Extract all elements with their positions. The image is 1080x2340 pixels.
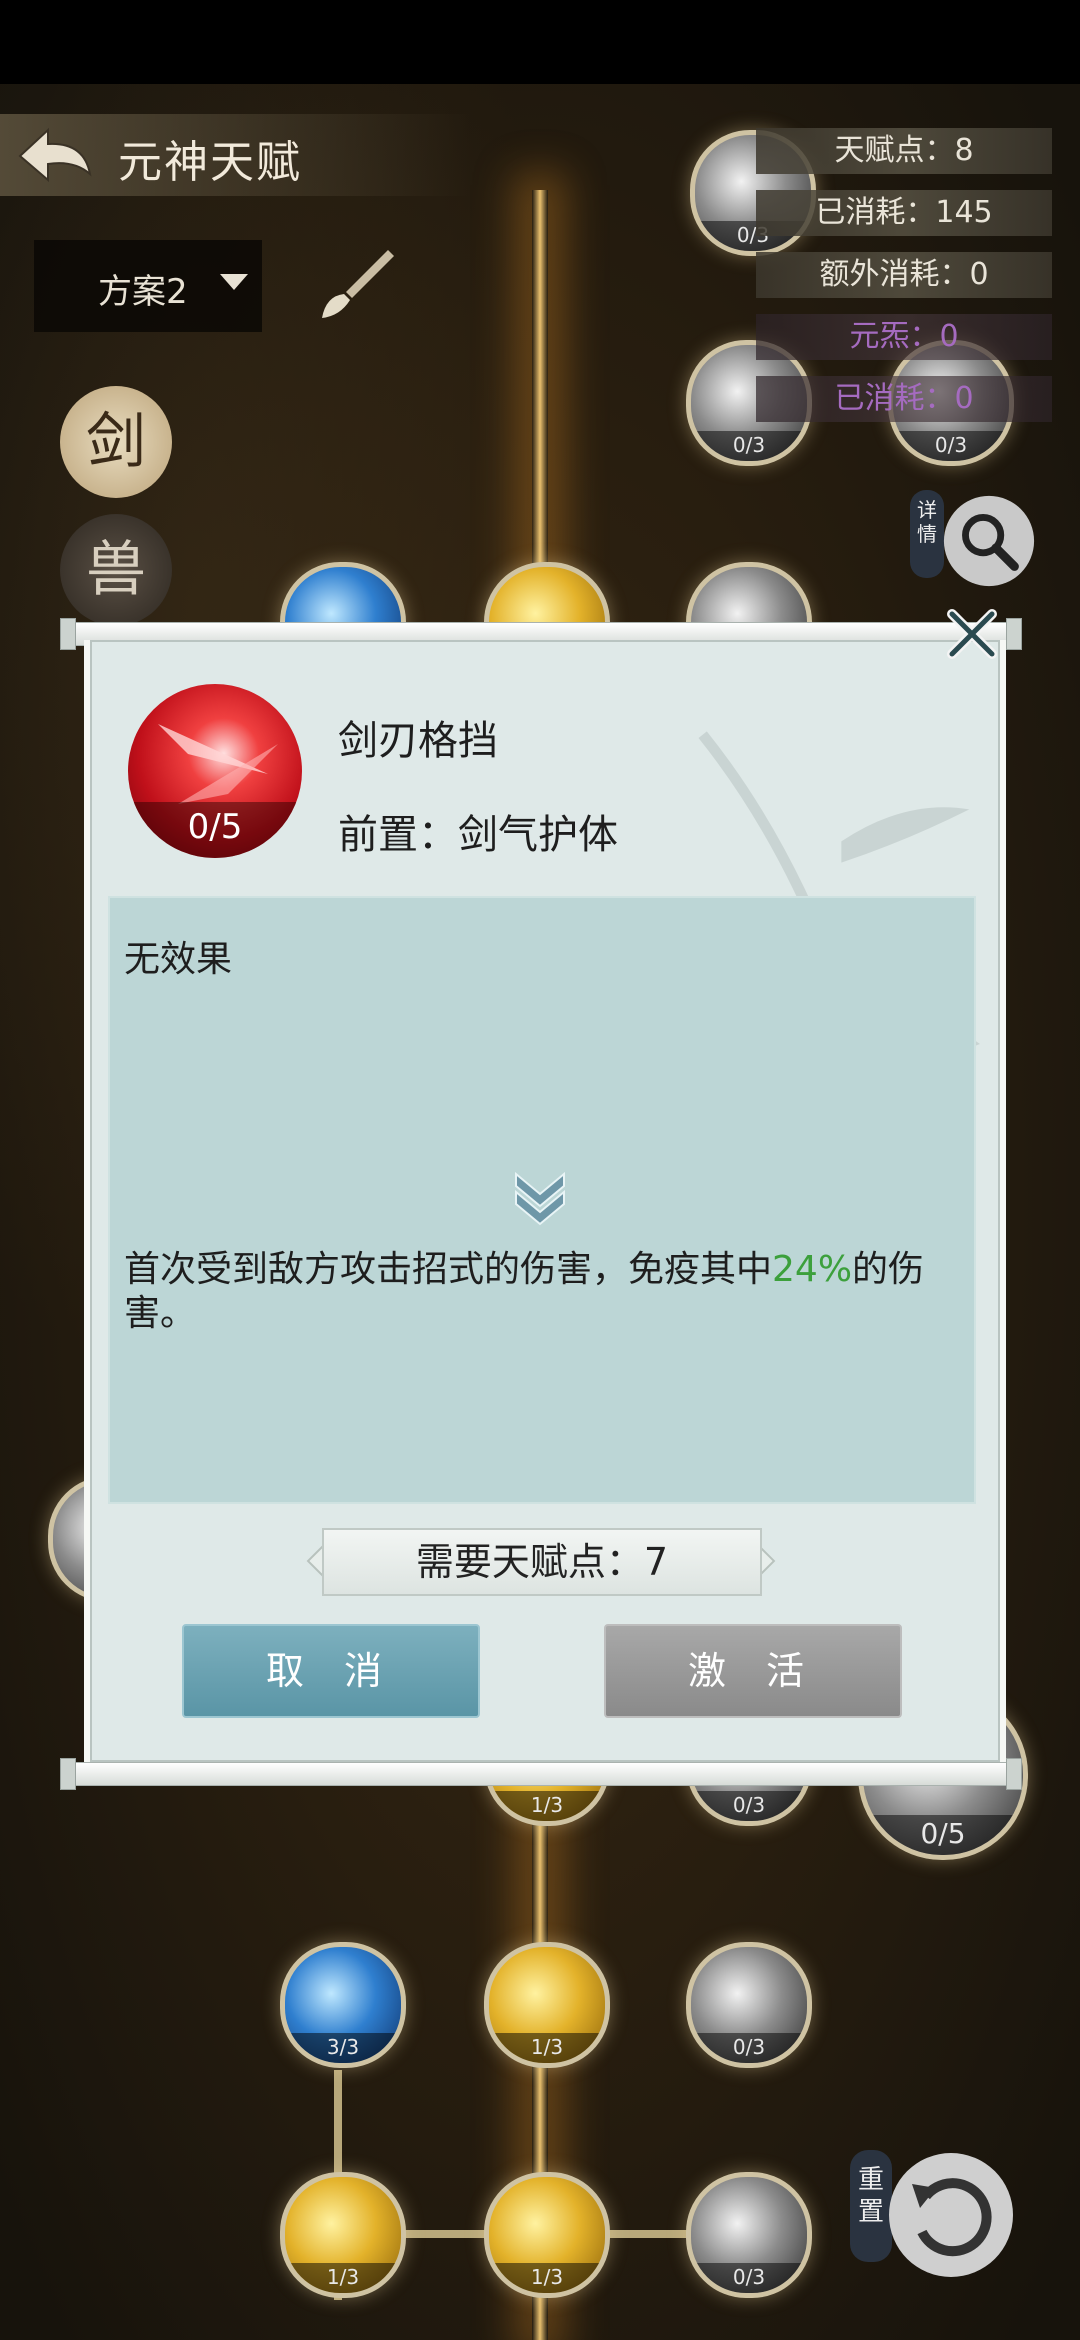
talent-stats-panel: 天赋点：8 已消耗：145 额外消耗：0 元炁：0 已消耗：0 xyxy=(756,128,1052,438)
next-effect-text: 首次受到敌方攻击招式的伤害，免疫其中 xyxy=(124,1249,773,1290)
talent-node-count: 0/3 xyxy=(691,2033,807,2063)
talent-node-count: 1/3 xyxy=(285,2263,401,2293)
talent-node[interactable]: 1/3 xyxy=(484,1942,610,2068)
beast-tab[interactable]: 兽 xyxy=(60,514,172,626)
page-title: 元神天赋 xyxy=(118,137,302,188)
talent-node-count: 1/3 xyxy=(489,2033,605,2063)
dropdown-caret-icon xyxy=(220,274,248,290)
yuanxi-consumed-stat: 已消耗：0 xyxy=(756,376,1052,422)
scroll-rod-cap xyxy=(60,618,76,650)
reset-button[interactable]: 重置 xyxy=(850,2140,1020,2300)
talent-node[interactable]: 0/3 xyxy=(686,2172,812,2298)
plan-label: 方案2 xyxy=(98,272,188,312)
skill-name: 剑刃格挡 xyxy=(338,718,498,764)
skill-level: 0/5 xyxy=(128,802,302,858)
brush-icon[interactable] xyxy=(316,246,396,322)
talent-node-count: 3/3 xyxy=(285,2033,401,2063)
detail-button[interactable]: 详情 xyxy=(910,484,1038,612)
close-icon[interactable] xyxy=(942,604,1002,664)
scroll-rod-bottom xyxy=(64,1762,1016,1786)
current-effect: 无效果 xyxy=(124,939,233,980)
talent-node-count: 1/3 xyxy=(489,2263,605,2293)
talent-node-count: 0/3 xyxy=(691,2263,807,2293)
scroll-rod-cap xyxy=(1006,618,1022,650)
talent-node[interactable]: 1/3 xyxy=(280,2172,406,2298)
consumed-stat: 已消耗：145 xyxy=(756,190,1052,236)
talent-node-count: 0/3 xyxy=(691,1791,807,1821)
double-chevron-down-icon xyxy=(515,1171,565,1226)
page-header: 元神天赋 xyxy=(0,114,470,196)
next-effect-value: 24% xyxy=(772,1249,853,1290)
next-effect: 首次受到敌方攻击招式的伤害，免疫其中24%的伤害。 xyxy=(124,1248,960,1336)
status-bar xyxy=(0,0,1080,84)
scroll-rod-cap xyxy=(60,1758,76,1790)
yuanxi-stat: 元炁：0 xyxy=(756,314,1052,360)
reset-icon xyxy=(889,2153,1013,2277)
talent-node[interactable]: 1/3 xyxy=(484,2172,610,2298)
talent-node[interactable]: 0/3 xyxy=(686,1942,812,2068)
sword-tab[interactable]: 剑 xyxy=(60,386,172,498)
detail-label: 详情 xyxy=(910,490,944,578)
cancel-button[interactable]: 取 消 xyxy=(182,1624,480,1718)
search-icon xyxy=(943,495,1035,587)
scroll-rod-cap xyxy=(1006,1758,1022,1790)
skill-prerequisite: 前置：剑气护体 xyxy=(338,812,618,858)
extra-consumed-stat: 额外消耗：0 xyxy=(756,252,1052,298)
activate-button[interactable]: 激 活 xyxy=(604,1624,902,1718)
talent-node-count: 0/5 xyxy=(863,1815,1023,1855)
talent-node-count: 1/3 xyxy=(489,1791,605,1821)
plan-dropdown[interactable]: 方案2 xyxy=(34,240,262,332)
skill-icon: 0/5 xyxy=(128,684,302,858)
required-points: 需要天赋点：7 xyxy=(322,1528,762,1596)
talent-node[interactable]: 3/3 xyxy=(280,1942,406,2068)
back-arrow-icon[interactable] xyxy=(14,122,94,188)
talent-points-stat: 天赋点：8 xyxy=(756,128,1052,174)
